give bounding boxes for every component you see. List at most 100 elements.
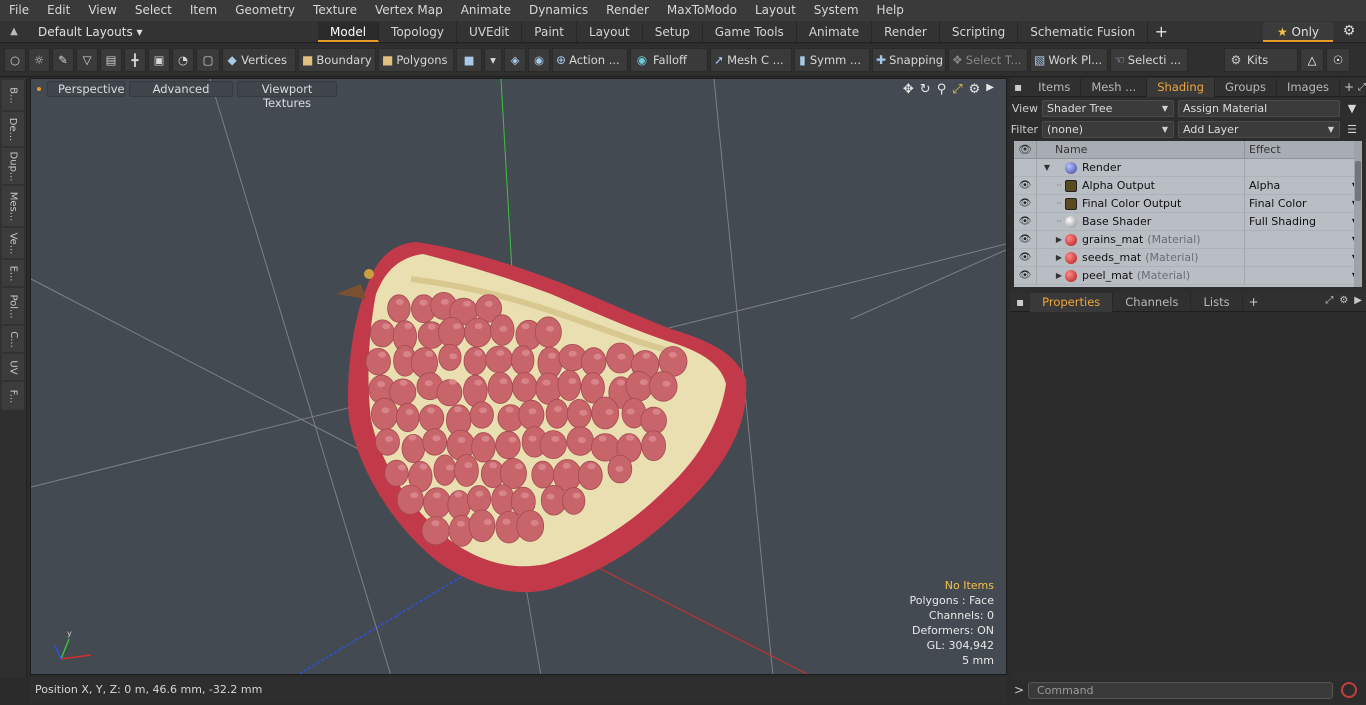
effect-column-header[interactable]: Effect — [1244, 141, 1362, 159]
viewport-gear-icon[interactable]: ⚙ — [969, 82, 981, 97]
scrollbar-thumb[interactable] — [1355, 161, 1361, 201]
tree-row-final-color-output[interactable]: 👁 ·· Final Color Output Final Color — [1014, 194, 1362, 213]
left-tab-vertex[interactable]: Ve... — [2, 228, 24, 258]
tab-scripting[interactable]: Scripting — [940, 21, 1019, 42]
menu-texture[interactable]: Texture — [304, 0, 366, 21]
align-icon[interactable]: ▤ — [100, 48, 122, 72]
zoom-icon[interactable]: ⚲ — [937, 82, 947, 97]
collapse-triangle-icon[interactable]: ▼ — [1041, 163, 1053, 172]
advanced-button[interactable]: Advanced — [129, 81, 233, 97]
selection-sets-button[interactable]: ☜ Selecti ... — [1110, 48, 1188, 72]
mesh-constraint-button[interactable]: ➚ Mesh C ... — [710, 48, 792, 72]
maximize-icon[interactable]: ⤢ — [952, 82, 962, 97]
record-icon[interactable] — [1341, 682, 1357, 698]
snapping-button[interactable]: ✚ Snapping — [872, 48, 946, 72]
menu-item[interactable]: Item — [181, 0, 226, 21]
action-button[interactable]: ⊕ Action ... — [552, 48, 628, 72]
dropdown-arrow-icon[interactable]: ▾ — [484, 48, 502, 72]
tree-row-render[interactable]: ▼ Render — [1014, 158, 1362, 177]
tree-row-peel-mat[interactable]: 👁 ▶ peel_mat (Material) — [1014, 266, 1362, 285]
menu-vertex-map[interactable]: Vertex Map — [366, 0, 452, 21]
left-tab-fusion[interactable]: F... — [2, 382, 24, 410]
tree-effect-dropdown[interactable]: Full Shading — [1244, 212, 1362, 231]
tree-row-seeds-mat[interactable]: 👁 ▶ seeds_mat (Material) — [1014, 248, 1362, 267]
tree-effect-dropdown[interactable] — [1244, 230, 1362, 249]
menu-animate[interactable]: Animate — [452, 0, 520, 21]
tree-effect-dropdown[interactable] — [1244, 266, 1362, 285]
left-tab-basic[interactable]: B... — [2, 80, 24, 110]
menu-system[interactable]: System — [805, 0, 868, 21]
tab-groups[interactable]: Groups — [1215, 77, 1277, 97]
view-dropdown[interactable]: Shader Tree — [1042, 100, 1174, 117]
panel-maximize-icon[interactable]: ⤢ — [1358, 82, 1366, 93]
element-icon[interactable]: ◔ — [172, 48, 194, 72]
properties-expand-icon[interactable]: ▶ — [1354, 295, 1362, 306]
tab-topology[interactable]: Topology — [379, 21, 458, 42]
properties-maximize-icon[interactable]: ⤢ — [1325, 295, 1333, 306]
polygons-button[interactable]: ■ Polygons — [378, 48, 454, 72]
tab-shading[interactable]: Shading — [1147, 77, 1215, 97]
visibility-icon[interactable]: 👁 — [1014, 180, 1036, 191]
3d-viewport[interactable]: y Perspective Advanced Viewport Textures… — [30, 78, 1007, 675]
action-center-icon[interactable]: ◉ — [528, 48, 550, 72]
properties-menu-icon[interactable]: ▪ — [1016, 295, 1024, 309]
panel-menu-icon[interactable]: ▪ — [1014, 80, 1022, 94]
tab-setup[interactable]: Setup — [643, 21, 703, 42]
add-properties-tab-icon[interactable]: + — [1249, 295, 1259, 309]
tab-properties[interactable]: Properties — [1030, 292, 1114, 312]
tab-schematic-fusion[interactable]: Schematic Fusion — [1018, 21, 1149, 42]
command-chevron-icon[interactable]: > — [1010, 683, 1028, 697]
name-column-header[interactable]: Name — [1036, 141, 1244, 159]
tab-lists[interactable]: Lists — [1191, 292, 1243, 312]
visibility-icon[interactable]: 👁 — [1014, 252, 1036, 263]
material-mode-icon[interactable]: ■ — [456, 48, 482, 72]
shader-tree-scrollbar[interactable] — [1354, 141, 1362, 287]
filter-funnel-icon[interactable]: ▼ — [1344, 100, 1360, 117]
menu-select[interactable]: Select — [126, 0, 181, 21]
kits-button[interactable]: ⚙ Kits — [1224, 48, 1298, 72]
visibility-icon[interactable]: 👁 — [1014, 234, 1036, 245]
snap-box-icon[interactable]: ▣ — [148, 48, 170, 72]
tree-effect-dropdown[interactable]: Final Color — [1244, 194, 1362, 213]
tree-row-grains-mat[interactable]: 👁 ▶ grains_mat (Material) — [1014, 230, 1362, 249]
tree-effect-dropdown[interactable]: Alpha — [1244, 176, 1362, 195]
falloff-button[interactable]: ◉ Falloff — [630, 48, 708, 72]
only-toggle[interactable]: ★ Only — [1263, 22, 1333, 42]
pan-icon[interactable]: ✥ — [903, 82, 914, 97]
item-mode-icon[interactable]: ▢ — [196, 48, 220, 72]
tab-paint[interactable]: Paint — [522, 21, 577, 42]
unreal-icon[interactable]: ☉ — [1326, 48, 1350, 72]
tab-images[interactable]: Images — [1277, 77, 1340, 97]
tab-game-tools[interactable]: Game Tools — [703, 21, 797, 42]
tab-render[interactable]: Render — [872, 21, 940, 42]
left-tab-uv[interactable]: UV — [2, 354, 24, 380]
tab-model[interactable]: Model — [318, 21, 380, 42]
menu-view[interactable]: View — [79, 0, 125, 21]
list-options-icon[interactable]: ☰ — [1344, 121, 1360, 138]
select-through-button[interactable]: ❖ Select T... — [948, 48, 1028, 72]
tree-row-alpha-output[interactable]: 👁 ·· Alpha Output Alpha — [1014, 176, 1362, 195]
left-tab-curve[interactable]: C... — [2, 326, 24, 352]
left-tab-deform[interactable]: De... — [2, 112, 24, 146]
menu-render[interactable]: Render — [597, 0, 658, 21]
globe-icon[interactable]: ☼ — [28, 48, 50, 72]
tab-items[interactable]: Items — [1028, 77, 1082, 97]
left-tab-edge[interactable]: E... — [2, 260, 24, 286]
select-circle-icon[interactable]: ○ — [4, 48, 26, 72]
viewport-textures-button[interactable]: Viewport Textures — [237, 81, 337, 110]
gear-icon[interactable]: ⚙ — [1338, 23, 1360, 39]
viewport-expand-icon[interactable]: ▶ — [986, 82, 994, 97]
menu-edit[interactable]: Edit — [38, 0, 79, 21]
center-icon[interactable]: ╋ — [124, 48, 146, 72]
tree-row-base-shader[interactable]: 👁 ·· Base Shader Full Shading — [1014, 212, 1362, 231]
tree-effect-dropdown[interactable] — [1244, 248, 1362, 267]
visibility-icon[interactable]: 👁 — [1014, 270, 1036, 281]
menu-dynamics[interactable]: Dynamics — [520, 0, 597, 21]
add-panel-tab-icon[interactable]: + — [1344, 80, 1354, 94]
left-tab-polygon[interactable]: Pol... — [2, 288, 24, 324]
command-input[interactable]: Command — [1028, 681, 1333, 699]
filter-dropdown[interactable]: (none) — [1042, 121, 1174, 138]
tab-channels[interactable]: Channels — [1113, 292, 1192, 312]
left-tab-duplicate[interactable]: Dup... — [2, 148, 24, 184]
left-tab-mesh-edit[interactable]: Mes... — [2, 186, 24, 226]
